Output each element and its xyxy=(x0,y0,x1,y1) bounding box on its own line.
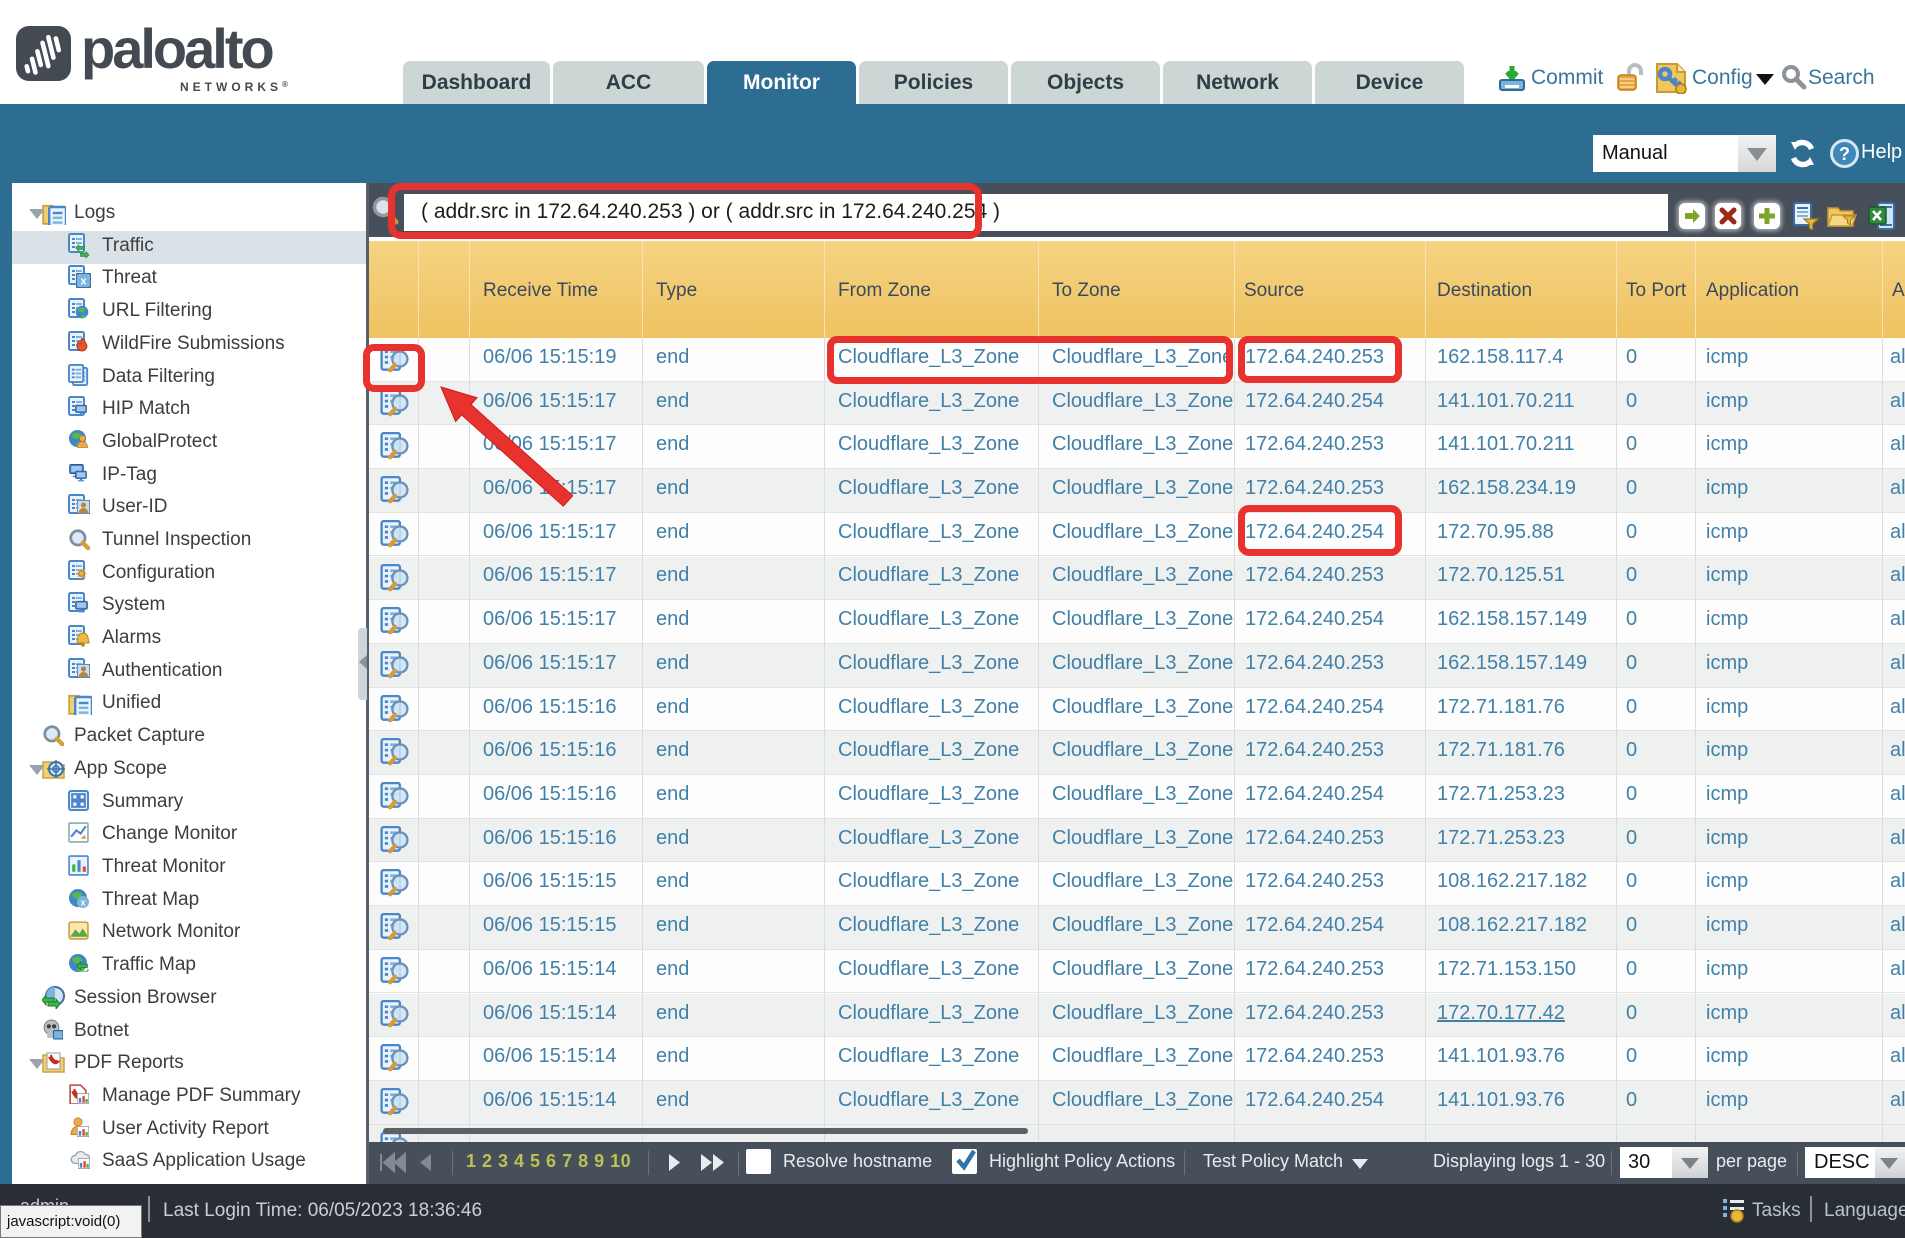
svg-text:x: x xyxy=(80,276,87,288)
svg-text:?: ? xyxy=(1839,144,1850,164)
svg-text:x: x xyxy=(80,898,85,908)
